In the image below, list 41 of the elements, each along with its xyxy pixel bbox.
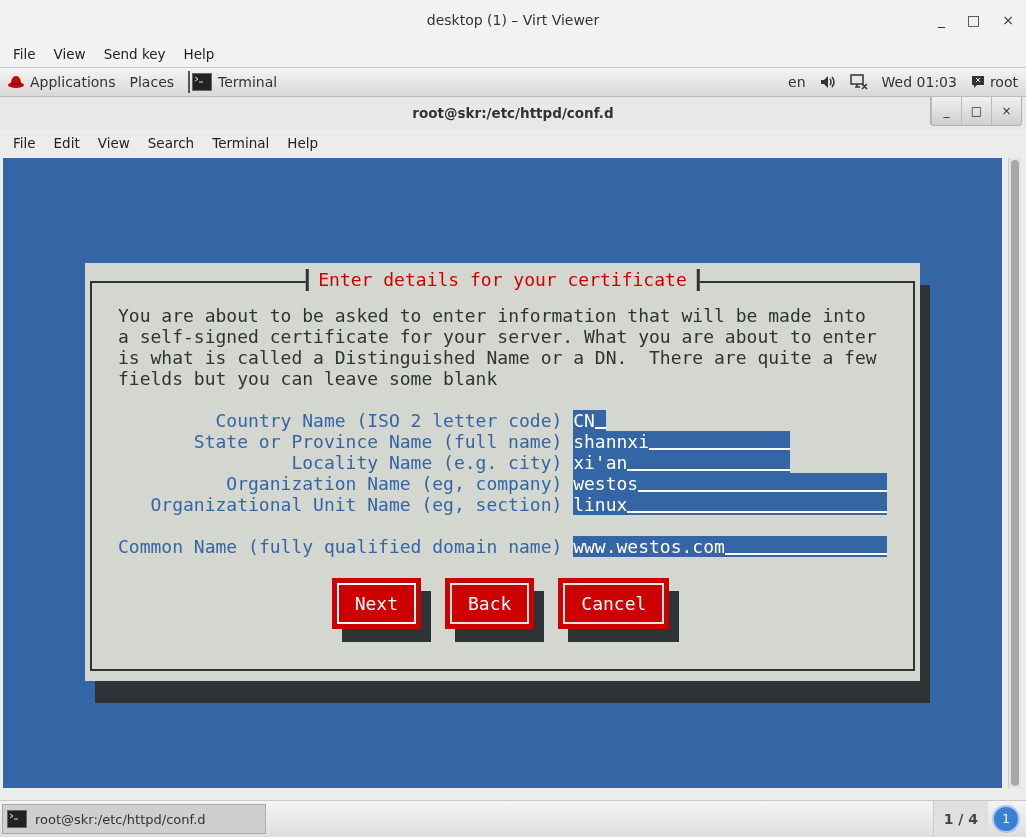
field-label: Organizational Unit Name (eg, section) bbox=[149, 494, 564, 515]
input-field[interactable]: www.westos.com bbox=[573, 536, 887, 557]
input-field[interactable]: xi'an bbox=[573, 452, 790, 473]
menu-item[interactable]: View bbox=[48, 45, 91, 62]
language-indicator[interactable]: en bbox=[788, 74, 806, 90]
taskbar-button[interactable]: Terminal bbox=[188, 71, 282, 93]
clock[interactable]: Wed 01:03 bbox=[881, 74, 957, 90]
input-field[interactable]: linux bbox=[573, 494, 887, 515]
dialog-text: You are about to be asked to enter information that will be made into a self-signed certificate for your server. What you are about to enter is what is called a Distinguished Name or a DN. There are quite a few fields but you can leave some blank bbox=[118, 305, 878, 389]
dialog-title: Enter details for your certificate bbox=[305, 269, 700, 291]
input-field[interactable]: shannxi bbox=[573, 431, 790, 452]
taskbar-button[interactable]: root@skr:/etc/httpd/conf.d bbox=[2, 804, 266, 834]
places-menu[interactable]: Places bbox=[129, 74, 175, 90]
close-button[interactable]: × bbox=[991, 97, 1021, 125]
notification-badge[interactable]: 1 bbox=[992, 805, 1020, 833]
maximize-button[interactable]: □ bbox=[961, 97, 991, 125]
terminal-title: root@skr:/etc/httpd/conf.d bbox=[412, 105, 614, 121]
menu-item[interactable]: File bbox=[8, 134, 41, 151]
menu-item[interactable]: Search bbox=[142, 134, 200, 151]
minimize-button[interactable]: _ bbox=[938, 12, 946, 28]
menu-item[interactable]: Edit bbox=[48, 134, 85, 151]
applications-menu[interactable]: Applications bbox=[30, 74, 116, 90]
field-label: Common Name (fully qualified domain name) bbox=[118, 536, 564, 557]
workspace-indicator[interactable]: 1 / 4 bbox=[932, 801, 988, 837]
field-label: State or Province Name (full name) bbox=[192, 431, 564, 452]
input-field[interactable]: CN bbox=[573, 410, 606, 431]
menu-item[interactable]: Help bbox=[282, 134, 324, 151]
field-label: Organization Name (eg, company) bbox=[225, 473, 564, 494]
menu-item[interactable]: Help bbox=[178, 45, 220, 62]
field-label: Country Name (ISO 2 letter code) bbox=[214, 410, 564, 431]
menu-item[interactable]: File bbox=[8, 45, 41, 62]
close-button[interactable]: × bbox=[1002, 12, 1014, 28]
menu-item[interactable]: Send key bbox=[98, 45, 171, 62]
field-label: Locality Name (e.g. city) bbox=[290, 452, 564, 473]
input-field[interactable]: westos bbox=[573, 473, 887, 494]
maximize-button[interactable]: □ bbox=[967, 12, 981, 28]
user-menu[interactable]: root bbox=[989, 74, 1018, 90]
minimize-button[interactable]: _ bbox=[931, 97, 961, 125]
window-title: desktop (1) – Virt Viewer bbox=[426, 12, 600, 28]
menu-item[interactable]: Terminal bbox=[207, 134, 275, 151]
menu-item[interactable]: View bbox=[92, 134, 135, 151]
